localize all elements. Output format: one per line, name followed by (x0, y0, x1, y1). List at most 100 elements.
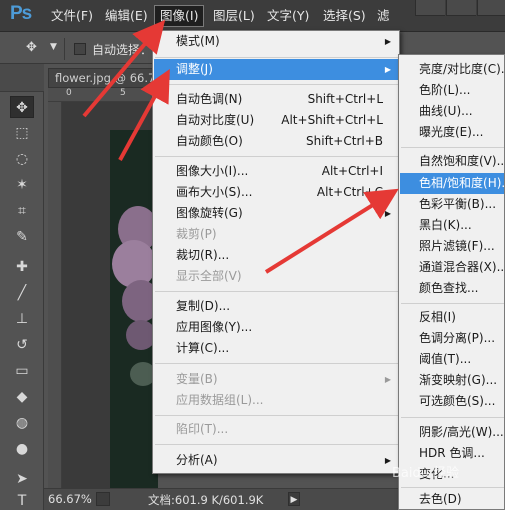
menu-item-variables: 变量(B) ▶ (154, 369, 399, 390)
menu-item-label: 自动对比度(U) (176, 113, 255, 127)
menu-item-trap: 陷印(T)... (154, 419, 399, 440)
submenu-item-desaturate[interactable]: 去色(D) (400, 489, 504, 509)
menu-item-canvas-size[interactable]: 画布大小(S)... Alt+Ctrl+C (154, 182, 399, 203)
submenu-item-hue-saturation[interactable]: 色相/饱和度(H)... (400, 173, 504, 194)
divider (64, 38, 65, 60)
brush-tool-icon[interactable]: ╱ (10, 282, 34, 304)
menu-item-shortcut: Shift+Ctrl+L (307, 92, 383, 106)
toolbox: ✥ ⬚ ◌ ✶ ⌗ ✎ ✚ ╱ ⊥ ↺ ▭ ◆ ◍ ● ➤ T (0, 64, 44, 510)
paint-bucket-tool-icon[interactable]: ◆ (10, 386, 34, 408)
submenu-item-levels[interactable]: 色阶(L)... (400, 80, 504, 101)
menu-item-apply-image[interactable]: 应用图像(Y)... (154, 317, 399, 338)
menu-item-trim[interactable]: 裁切(R)... (154, 245, 399, 266)
menu-item-image-size[interactable]: 图像大小(I)... Alt+Ctrl+I (154, 161, 399, 182)
path-selection-tool-icon[interactable]: ➤ (10, 468, 34, 490)
chevron-right-icon[interactable]: ▶ (288, 492, 300, 506)
menu-item-auto-tone[interactable]: 自动色调(N) Shift+Ctrl+L (154, 89, 399, 110)
submenu-item-invert[interactable]: 反相(I) (400, 307, 504, 328)
marquee-tool-icon[interactable]: ⬚ (10, 122, 34, 144)
lasso-tool-icon[interactable]: ◌ (10, 148, 34, 170)
move-tool-icon[interactable]: ✥ (10, 96, 34, 118)
auto-select-checkbox[interactable] (74, 43, 86, 55)
eyedropper-tool-icon[interactable]: ✎ (10, 226, 34, 248)
document-info: 文档:601.9 K/601.9K (148, 493, 264, 507)
eraser-tool-icon[interactable]: ▭ (10, 360, 34, 382)
menu-select[interactable]: 选择(S) (318, 7, 371, 25)
close-button[interactable] (477, 0, 505, 16)
menu-item-label: 调整(J) (176, 62, 213, 76)
menu-item-label: 计算(C)... (176, 341, 230, 355)
menu-item-adjustments[interactable]: 调整(J) ▶ (154, 59, 399, 80)
menu-item-calculations[interactable]: 计算(C)... (154, 338, 399, 359)
menu-item-shortcut: Alt+Shift+Ctrl+L (281, 113, 383, 127)
submenu-item-photo-filter[interactable]: 照片滤镜(F)... (400, 236, 504, 257)
magic-wand-tool-icon[interactable]: ✶ (10, 174, 34, 196)
menu-item-reveal-all: 显示全部(V) (154, 266, 399, 287)
menu-item-label: 自动色调(N) (176, 92, 243, 106)
submenu-item-exposure[interactable]: 曝光度(E)... (400, 122, 504, 143)
menu-item-label: 裁切(R)... (176, 248, 230, 262)
submenu-item-shadows-highlights[interactable]: 阴影/高光(W)... (400, 422, 504, 443)
submenu-item-hdr-toning[interactable]: HDR 色调... (400, 443, 504, 464)
menu-item-image-rotation[interactable]: 图像旋转(G) ▶ (154, 203, 399, 224)
submenu-arrow-icon: ▶ (384, 375, 391, 384)
submenu-arrow-icon: ▶ (384, 456, 391, 465)
clone-stamp-tool-icon[interactable]: ⊥ (10, 308, 34, 330)
maximize-button[interactable] (446, 0, 476, 16)
adjustments-submenu: 亮度/对比度(C)... 色阶(L)... 曲线(U)... 曝光度(E)...… (398, 54, 505, 510)
submenu-item-vibrance[interactable]: 自然饱和度(V)... (400, 151, 504, 172)
submenu-arrow-icon: ▶ (384, 65, 391, 74)
menu-type[interactable]: 文字(Y) (262, 7, 314, 25)
menu-separator (155, 156, 398, 157)
menu-item-label: 变量(B) (176, 372, 218, 386)
ruler-number: 0 (66, 88, 72, 98)
move-tool-icon[interactable]: ✥ (26, 40, 46, 56)
submenu-item-black-white[interactable]: 黑白(K)... (400, 215, 504, 236)
menu-item-label: 应用图像(Y)... (176, 320, 253, 334)
submenu-arrow-icon: ▶ (384, 209, 391, 218)
submenu-item-color-lookup[interactable]: 颜色查找... (400, 278, 504, 299)
zoom-level[interactable]: 66.67% (48, 492, 92, 506)
submenu-item-color-balance[interactable]: 色彩平衡(B)... (400, 194, 504, 215)
document-canvas[interactable] (62, 102, 158, 488)
submenu-item-threshold[interactable]: 阈值(T)... (400, 349, 504, 370)
ruler-number: 5 (120, 88, 126, 98)
photoshop-logo: Ps (10, 3, 32, 24)
chevron-down-icon[interactable]: ▼ (50, 42, 57, 52)
menu-filter[interactable]: 滤 (372, 7, 395, 25)
menu-item-mode[interactable]: 模式(M) ▶ (154, 31, 399, 52)
submenu-item-gradient-map[interactable]: 渐变映射(G)... (400, 370, 504, 391)
type-tool-icon[interactable]: T (10, 490, 34, 510)
crop-tool-icon[interactable]: ⌗ (10, 200, 34, 222)
history-brush-tool-icon[interactable]: ↺ (10, 334, 34, 356)
submenu-item-posterize[interactable]: 色调分离(P)... (400, 328, 504, 349)
menu-item-auto-color[interactable]: 自动颜色(O) Shift+Ctrl+B (154, 131, 399, 152)
submenu-item-channel-mixer[interactable]: 通道混合器(X)... (400, 257, 504, 278)
dodge-tool-icon[interactable]: ● (10, 438, 34, 460)
menu-separator (401, 303, 504, 304)
submenu-item-brightness-contrast[interactable]: 亮度/对比度(C)... (400, 59, 504, 80)
menu-separator (155, 291, 398, 292)
menu-item-label: 陷印(T)... (176, 422, 229, 436)
document-tab[interactable]: flower.jpg @ 66.7% (48, 68, 166, 88)
menu-item-label: 应用数据组(L)... (176, 393, 264, 407)
minimize-button[interactable] (415, 0, 445, 16)
healing-brush-tool-icon[interactable]: ✚ (10, 256, 34, 278)
submenu-item-selective-color[interactable]: 可选颜色(S)... (400, 391, 504, 412)
menu-item-label: 画布大小(S)... (176, 185, 253, 199)
ruler-horizontal: 0 5 (48, 88, 158, 102)
menu-item-label: 模式(M) (176, 34, 220, 48)
menu-separator (155, 57, 398, 58)
menu-layer[interactable]: 图层(L) (208, 7, 260, 25)
menu-item-duplicate[interactable]: 复制(D)... (154, 296, 399, 317)
menu-image[interactable]: 图像(I) (154, 5, 205, 27)
submenu-item-curves[interactable]: 曲线(U)... (400, 101, 504, 122)
menu-file[interactable]: 文件(F) (46, 7, 98, 25)
blur-tool-icon[interactable]: ◍ (10, 412, 34, 434)
toolbox-header[interactable] (0, 64, 44, 92)
menu-edit[interactable]: 编辑(E) (100, 7, 153, 25)
menu-separator (401, 487, 504, 488)
zoom-button[interactable] (96, 492, 110, 506)
menu-item-analysis[interactable]: 分析(A) ▶ (154, 450, 399, 471)
menu-item-auto-contrast[interactable]: 自动对比度(U) Alt+Shift+Ctrl+L (154, 110, 399, 131)
